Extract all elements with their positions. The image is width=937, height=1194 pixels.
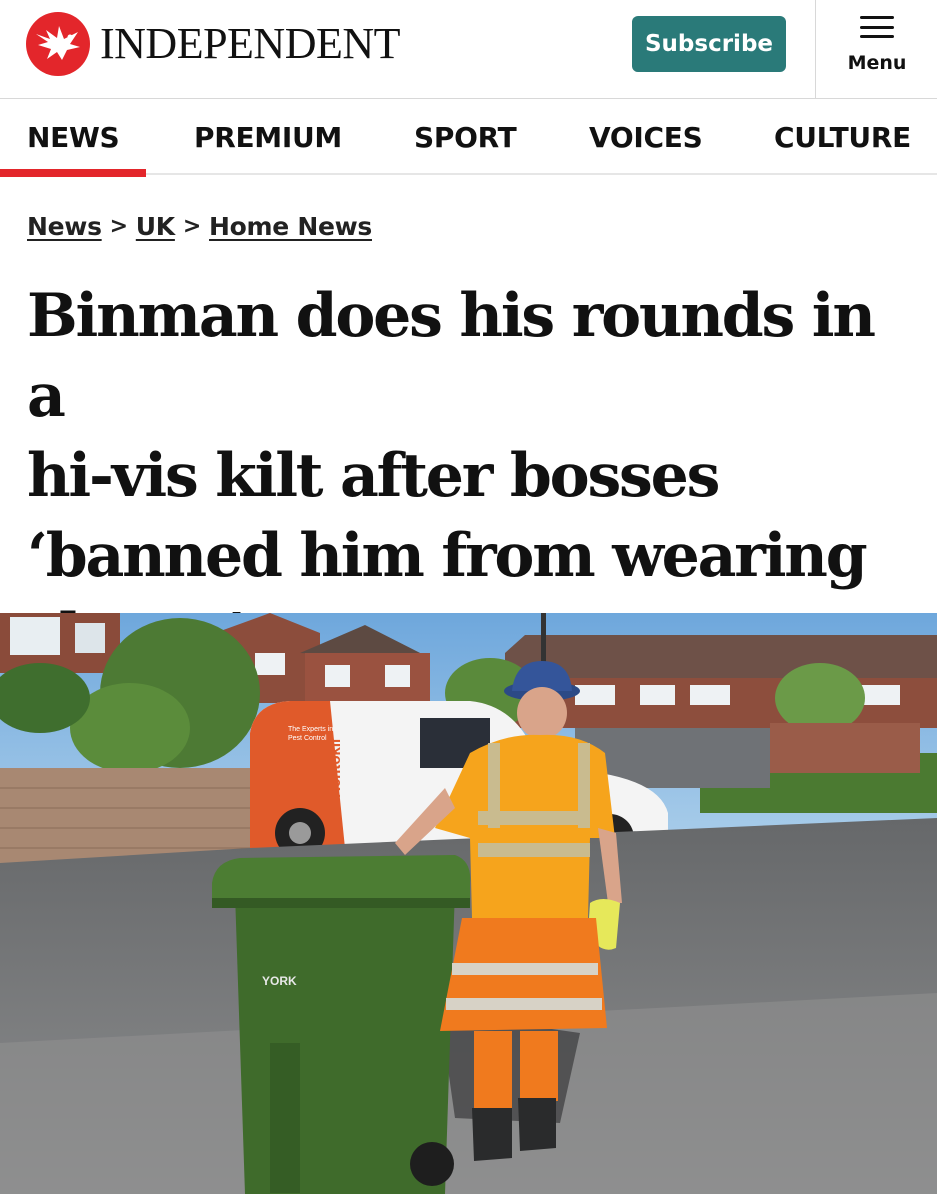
van-tagline: Pest Control (288, 735, 327, 742)
menu-label: Menu (847, 52, 907, 74)
breadcrumb: News > UK > Home News (27, 212, 372, 241)
menu-divider (815, 0, 816, 99)
headline-line: ‘banned him from wearing (27, 521, 868, 591)
nav-item-news[interactable]: NEWS (0, 100, 147, 177)
headline-line: Binman does his rounds in a (27, 281, 876, 431)
brand-name: INDEPENDENT (100, 19, 401, 68)
van-tagline: The Experts in (288, 726, 333, 733)
independent-logo[interactable]: INDEPENDENT (26, 12, 401, 76)
breadcrumb-uk[interactable]: UK (136, 212, 175, 241)
nav-item-culture[interactable]: CULTURE (774, 100, 911, 175)
masthead: INDEPENDENT Subscribe Menu (0, 0, 937, 99)
headline-line: hi-vis kilt after bosses (27, 441, 720, 511)
van-brand: Rentokil (327, 739, 344, 798)
menu-button[interactable]: Menu (830, 14, 924, 84)
section-nav: NEWS PREMIUM SPORT VOICES CULTURE (0, 100, 937, 177)
article-lead-image: Rentokil The Experts in Pest Control YOR… (0, 613, 937, 1194)
nav-item-voices[interactable]: VOICES (589, 100, 703, 175)
bin-label: YORK (262, 974, 297, 988)
breadcrumb-separator: > (182, 214, 202, 239)
hamburger-icon (860, 16, 894, 38)
wheelie-bin: YORK (212, 855, 471, 1194)
breadcrumb-news[interactable]: News (27, 212, 102, 241)
nav-item-sport[interactable]: SPORT (414, 100, 517, 175)
breadcrumb-separator: > (109, 214, 128, 239)
eagle-logo-icon (26, 12, 90, 76)
subscribe-button[interactable]: Subscribe (632, 16, 786, 72)
breadcrumb-home-news[interactable]: Home News (209, 212, 372, 241)
nav-item-premium[interactable]: PREMIUM (194, 100, 342, 175)
